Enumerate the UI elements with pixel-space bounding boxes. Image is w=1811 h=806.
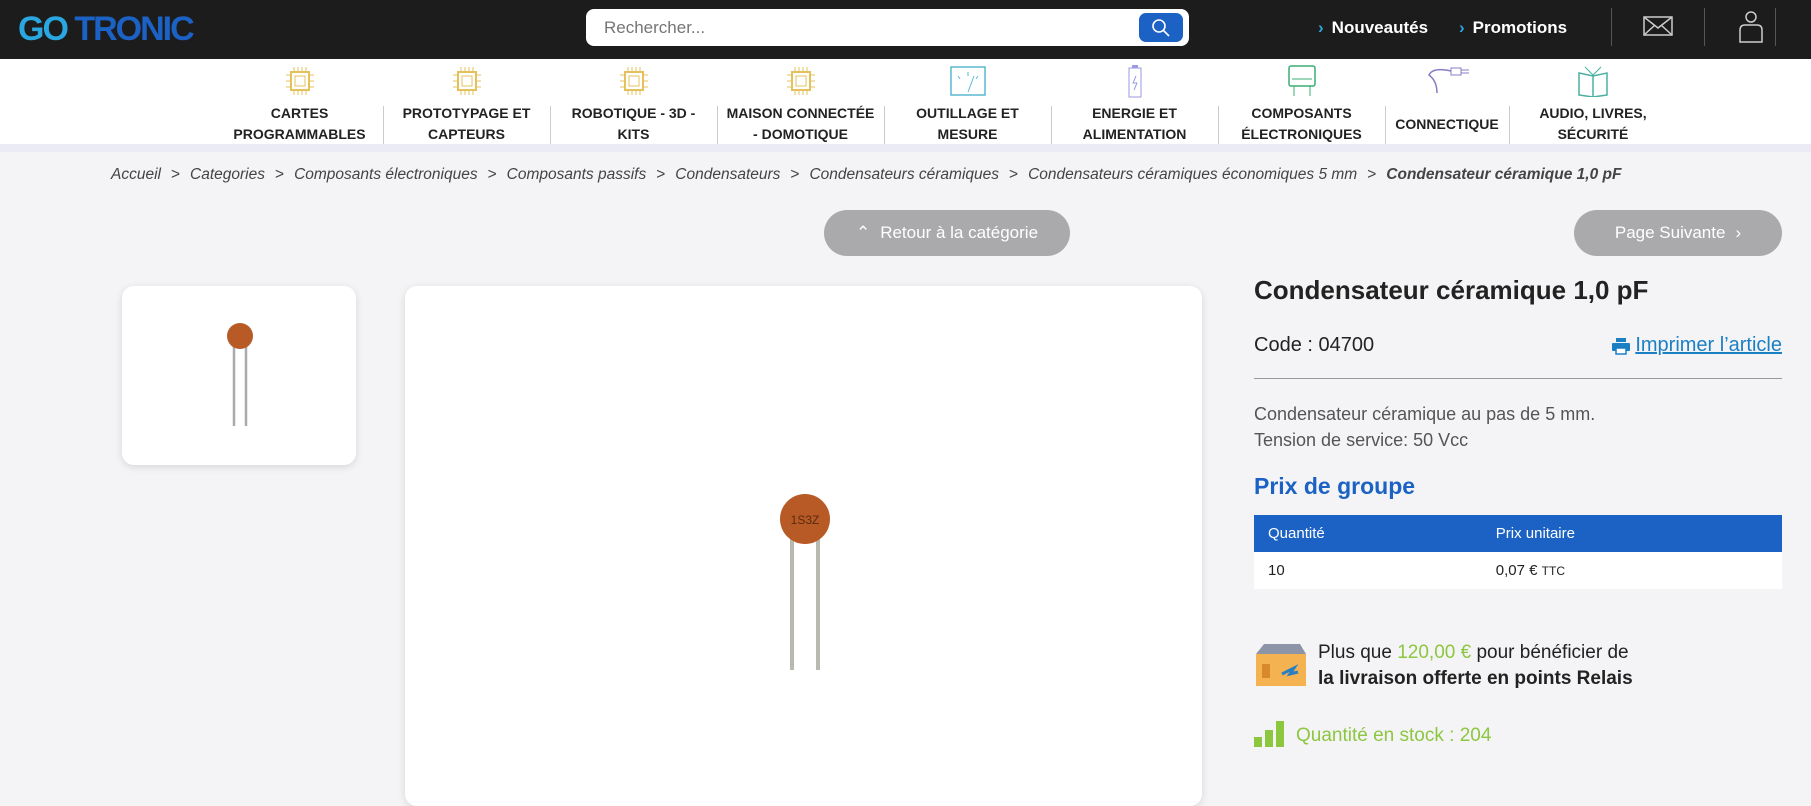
stock-level-icon bbox=[1254, 721, 1284, 747]
breadcrumb-link[interactable]: Condensateurs céramiques bbox=[809, 166, 999, 183]
breadcrumb: Accueil > Categories > Composants électroniq… bbox=[111, 166, 1621, 184]
breadcrumb-separator: > bbox=[170, 166, 181, 183]
divider bbox=[1254, 378, 1782, 379]
book-icon bbox=[1510, 59, 1676, 103]
main-image[interactable]: 1S3Z bbox=[405, 286, 1202, 806]
next-page-button[interactable]: Page Suivante › bbox=[1574, 210, 1782, 256]
breadcrumb-current: Condensateur céramique 1,0 pF bbox=[1386, 166, 1622, 183]
chevron-up-icon: ⌃ bbox=[855, 223, 871, 242]
breadcrumb-separator: > bbox=[1367, 166, 1377, 183]
breadcrumb-separator: > bbox=[790, 166, 800, 183]
free-delivery-notice: Plus que 120,00 € pour bénéficier de la l… bbox=[1254, 640, 1633, 692]
product-title: Condensateur céramique 1,0 pF bbox=[1254, 275, 1649, 305]
capacitor-image: 1S3Z bbox=[780, 494, 830, 670]
relay-box-icon bbox=[1256, 644, 1306, 686]
nav-item-7[interactable]: CONNECTIQUE bbox=[1385, 59, 1509, 144]
nav-item-4[interactable]: OUTILLAGE ET MESURE bbox=[884, 59, 1051, 144]
link-nouveautes[interactable]: › Nouveautés bbox=[1318, 18, 1428, 38]
search-button[interactable] bbox=[1139, 13, 1183, 42]
divider bbox=[1611, 8, 1612, 46]
breadcrumb-separator: > bbox=[275, 166, 285, 183]
nav-item-3[interactable]: MAISON CONNECTÉE - DOMOTIQUE bbox=[717, 59, 884, 144]
breadcrumb-separator: > bbox=[1009, 166, 1019, 183]
chip-icon bbox=[550, 59, 717, 103]
breadcrumb-link[interactable]: Condensateurs céramiques économiques 5 m… bbox=[1028, 166, 1357, 183]
breadcrumb-link[interactable]: Categories bbox=[190, 166, 265, 183]
group-price-title: Prix de groupe bbox=[1254, 473, 1416, 499]
meter-icon bbox=[884, 59, 1051, 103]
divider bbox=[1704, 8, 1705, 46]
thumbnail[interactable] bbox=[122, 286, 356, 465]
printer-icon bbox=[1612, 337, 1631, 355]
plug-icon bbox=[1385, 59, 1509, 103]
breadcrumb-separator: > bbox=[656, 166, 666, 183]
search-icon bbox=[1152, 18, 1170, 37]
nav-item-5[interactable]: ENERGIE ET ALIMENTATION bbox=[1051, 59, 1218, 144]
chip-icon bbox=[717, 59, 884, 103]
nav-item-0[interactable]: CARTES PROGRAMMABLES bbox=[216, 59, 383, 144]
breadcrumb-link[interactable]: Composants passifs bbox=[507, 166, 647, 183]
search-box bbox=[586, 9, 1189, 46]
product-info: Condensateur céramique 1,0 pF Code : 047… bbox=[1254, 275, 1782, 747]
nav-item-2[interactable]: ROBOTIQUE - 3D - KITS bbox=[550, 59, 717, 144]
top-bar: GO TRONIC ›Nouveautés ›Promotions bbox=[0, 0, 1811, 59]
nav-item-8[interactable]: AUDIO, LIVRES, SÉCURITÉ bbox=[1510, 59, 1676, 144]
logo[interactable]: GO TRONIC bbox=[18, 10, 195, 49]
nav-item-1[interactable]: PROTOTYPAGE ET CAPTEURS bbox=[383, 59, 550, 144]
chip-icon bbox=[216, 59, 383, 103]
nav-item-6[interactable]: COMPOSANTS ÉLECTRONIQUES bbox=[1218, 59, 1385, 144]
chip-icon bbox=[383, 59, 550, 103]
mail-icon[interactable] bbox=[1643, 14, 1673, 38]
breadcrumb-link[interactable]: Condensateurs bbox=[675, 166, 780, 183]
link-promotions[interactable]: › Promotions bbox=[1459, 18, 1567, 38]
breadcrumb-separator: > bbox=[487, 166, 497, 183]
user-icon[interactable] bbox=[1737, 10, 1765, 44]
table-row: 10 0,07 € TTC bbox=[1254, 552, 1782, 589]
category-nav: CARTES PROGRAMMABLES PROTOTYPAGE ET CAPTEUR… bbox=[0, 59, 1811, 152]
capacitor-image bbox=[227, 323, 253, 426]
chevron-right-icon: › bbox=[1735, 223, 1742, 242]
stock-status: Quantité en stock : 204 bbox=[1254, 719, 1491, 747]
product-code: Code : 04700 bbox=[1254, 334, 1375, 356]
back-to-category-button[interactable]: ⌃ Retour à la catégorie bbox=[824, 210, 1070, 256]
breadcrumb-link[interactable]: Composants électroniques bbox=[294, 166, 478, 183]
battery-icon bbox=[1051, 59, 1218, 103]
search-input[interactable] bbox=[604, 18, 1084, 38]
svg-text:1S3Z: 1S3Z bbox=[791, 513, 820, 527]
divider bbox=[1775, 8, 1776, 46]
group-price-table: Quantité Prix unitaire 10 0,07 € TTC bbox=[1254, 515, 1782, 589]
capacitor-icon bbox=[1218, 59, 1385, 103]
print-link[interactable]: Imprimer l’article bbox=[1611, 334, 1782, 357]
breadcrumb-link[interactable]: Accueil bbox=[111, 166, 161, 183]
product-description: Condensateur céramique au pas de 5 mm. Te… bbox=[1254, 404, 1596, 450]
